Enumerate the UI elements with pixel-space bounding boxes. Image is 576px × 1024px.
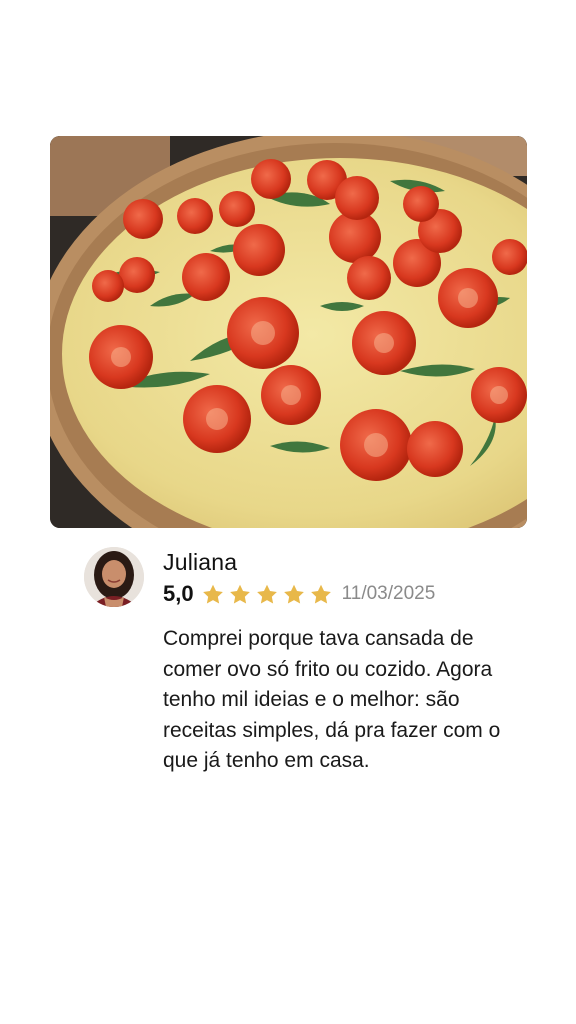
rating-score: 5,0 bbox=[163, 581, 194, 606]
star-icon bbox=[229, 584, 251, 605]
reviewer-name: Juliana bbox=[163, 549, 238, 575]
user-avatar bbox=[84, 547, 144, 607]
rating-row: 5,0 11/03/2025 bbox=[163, 579, 435, 609]
star-icon bbox=[310, 584, 332, 605]
avatar-illustration bbox=[84, 547, 144, 607]
review-date: 11/03/2025 bbox=[341, 583, 436, 604]
star-icon bbox=[202, 584, 224, 605]
star-icon bbox=[283, 584, 305, 605]
quiche-photo bbox=[50, 136, 527, 528]
rating-stars bbox=[202, 584, 332, 605]
quiche-illustration bbox=[50, 136, 527, 528]
review-text: Comprei porque tava cansada de comer ovo… bbox=[163, 627, 501, 772]
star-icon bbox=[256, 584, 278, 605]
review-card: Juliana 5,0 11/03/2025 Comprei porque ta… bbox=[50, 136, 527, 832]
